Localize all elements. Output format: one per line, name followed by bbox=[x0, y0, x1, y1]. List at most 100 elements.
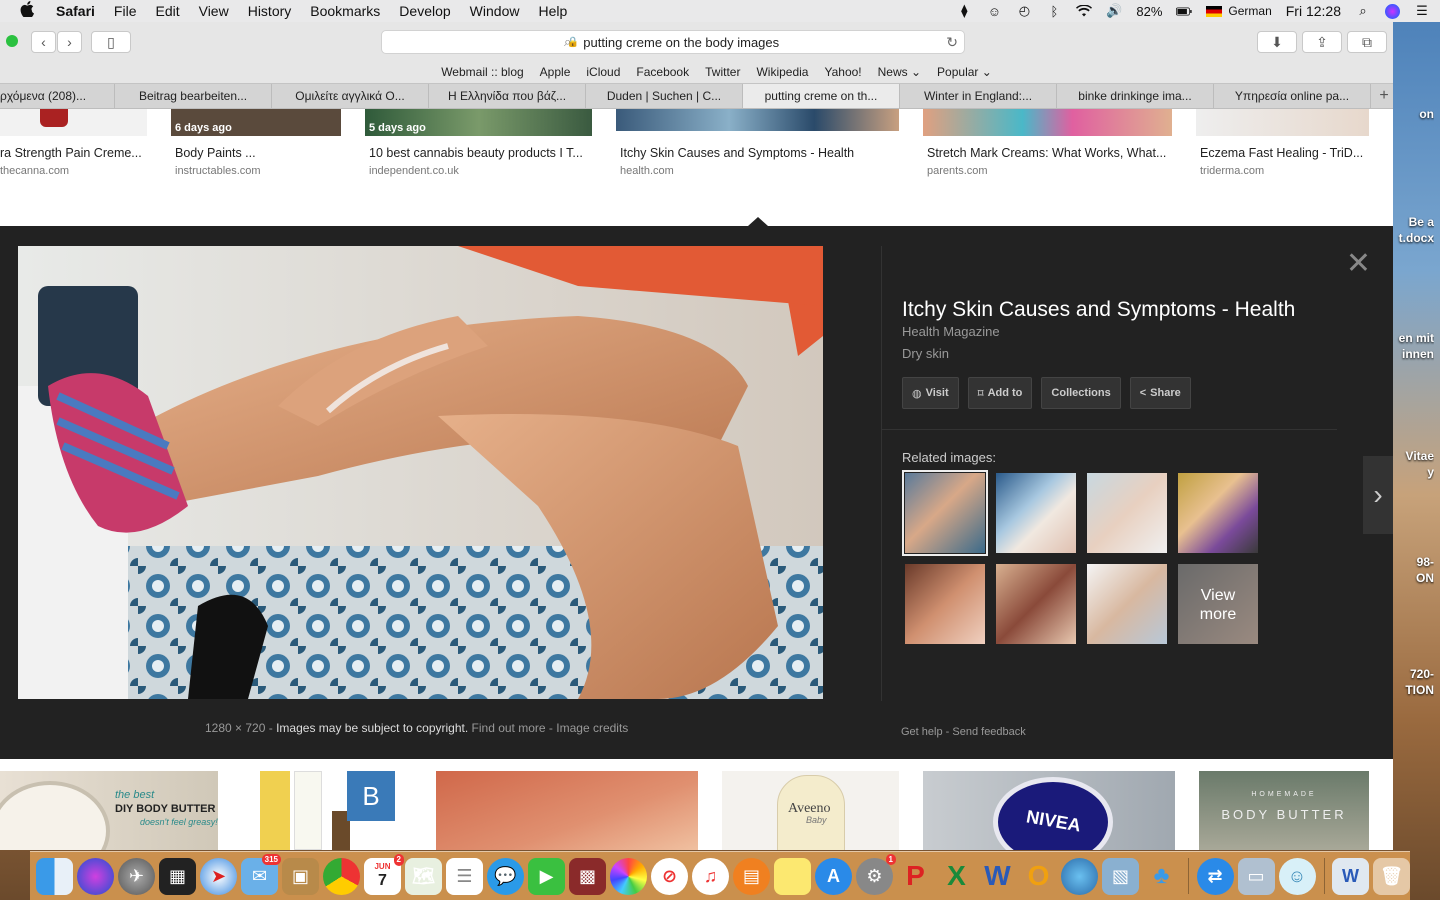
tab-7[interactable]: Winter in England:... bbox=[900, 84, 1057, 108]
share-toolbar-button[interactable]: ⇪ bbox=[1302, 31, 1342, 53]
teamviewer-icon[interactable]: ⇄ bbox=[1196, 857, 1234, 895]
related-image[interactable] bbox=[1087, 564, 1167, 644]
related-image[interactable] bbox=[1087, 473, 1167, 553]
notification-center-icon[interactable]: ☰ bbox=[1414, 3, 1430, 18]
result-thumbnail[interactable] bbox=[923, 109, 1172, 136]
menu-edit[interactable]: Edit bbox=[155, 3, 179, 19]
bookmark-icloud[interactable]: iCloud bbox=[586, 65, 620, 79]
bookmark-facebook[interactable]: Facebook bbox=[636, 65, 689, 79]
app-store-icon[interactable]: A bbox=[815, 857, 852, 895]
desktop-label[interactable]: en mit bbox=[1386, 330, 1434, 346]
messages-icon[interactable]: 💬 bbox=[487, 857, 524, 895]
battery-icon[interactable] bbox=[1176, 4, 1193, 18]
status-app-icon[interactable]: ☺ bbox=[986, 4, 1002, 19]
books-icon[interactable]: ▤ bbox=[733, 857, 770, 895]
forward-button[interactable]: › bbox=[57, 31, 82, 53]
desktop-label[interactable]: ON bbox=[1386, 570, 1434, 586]
tab-2[interactable]: Beitrag bearbeiten... bbox=[115, 84, 272, 108]
tab-9[interactable]: Υπηρεσία online pa... bbox=[1214, 84, 1371, 108]
result-card-selected[interactable]: Itchy Skin Causes and Symptoms - Health … bbox=[616, 109, 899, 177]
menu-file[interactable]: File bbox=[114, 3, 137, 19]
result-thumbnail[interactable]: 5 days ago bbox=[365, 109, 592, 136]
related-image[interactable] bbox=[996, 473, 1076, 553]
menu-window[interactable]: Window bbox=[470, 3, 520, 19]
result-title[interactable]: Body Paints ... bbox=[171, 146, 341, 160]
reminders-icon[interactable]: ☰ bbox=[446, 857, 483, 895]
desktop-label[interactable]: TION bbox=[1386, 682, 1434, 698]
menu-history[interactable]: History bbox=[248, 3, 292, 19]
word-icon[interactable]: W bbox=[979, 858, 1016, 895]
preview-app-icon[interactable]: ▧ bbox=[1102, 857, 1139, 895]
globe-app-icon[interactable] bbox=[1061, 857, 1098, 895]
tab-1[interactable]: ρχόμενα (208)... bbox=[0, 84, 115, 108]
document-stack-icon[interactable]: W bbox=[1332, 857, 1369, 895]
bookmark-news[interactable]: News ⌄ bbox=[878, 65, 921, 79]
related-image[interactable] bbox=[996, 564, 1076, 644]
bookmark-popular[interactable]: Popular ⌄ bbox=[937, 65, 992, 79]
tab-active[interactable]: putting creme on th... bbox=[743, 84, 900, 108]
network-icon[interactable]: ▭ bbox=[1237, 857, 1275, 895]
trash-icon[interactable]: 🗑 bbox=[1373, 857, 1410, 895]
chrome-icon[interactable] bbox=[323, 857, 360, 895]
mask-app-icon[interactable]: ☺ bbox=[1278, 857, 1316, 895]
related-image[interactable] bbox=[905, 564, 985, 644]
music-icon[interactable]: ♫ bbox=[692, 857, 729, 895]
excel-icon[interactable]: X bbox=[938, 858, 975, 895]
desktop-label[interactable]: on bbox=[1386, 106, 1434, 122]
collections-button[interactable]: Collections bbox=[1041, 377, 1121, 409]
siri-dock-icon[interactable] bbox=[77, 857, 114, 895]
stickies-icon[interactable] bbox=[774, 857, 811, 895]
new-tab-button[interactable]: + bbox=[1371, 84, 1393, 108]
system-preferences-icon[interactable]: ⚙ 1 bbox=[856, 853, 896, 895]
result-title[interactable]: Itchy Skin Causes and Symptoms - Health bbox=[616, 146, 899, 160]
desktop-label[interactable]: Be a bbox=[1386, 214, 1434, 230]
get-help-link[interactable]: Get help bbox=[901, 726, 943, 738]
spotlight-search-icon[interactable]: ⌕ bbox=[1355, 3, 1371, 18]
desktop-label[interactable]: Vitae bbox=[1386, 448, 1434, 464]
calendar-icon[interactable]: JUN 7 2 bbox=[364, 853, 404, 895]
result-thumbnail[interactable]: the best DIY BODY BUTTER doesn't feel gr… bbox=[0, 771, 218, 850]
menu-bookmarks[interactable]: Bookmarks bbox=[310, 3, 380, 19]
result-title[interactable]: Eczema Fast Healing - TriD... bbox=[1196, 146, 1369, 160]
result-thumbnail[interactable] bbox=[436, 771, 698, 850]
result-thumbnail[interactable] bbox=[0, 109, 147, 136]
send-feedback-link[interactable]: Send feedback bbox=[952, 726, 1025, 738]
sidebar-toggle-button[interactable]: ▯ bbox=[91, 31, 131, 53]
powerpoint-icon[interactable]: P bbox=[897, 858, 934, 895]
menu-app-name[interactable]: Safari bbox=[56, 3, 95, 19]
bluetooth-icon[interactable]: ᛒ bbox=[1046, 4, 1062, 19]
desktop-label[interactable]: 720- bbox=[1386, 666, 1434, 682]
dropbox-icon[interactable]: ⧫ bbox=[956, 3, 972, 18]
outlook-icon[interactable]: O bbox=[1020, 858, 1057, 895]
bookmark-twitter[interactable]: Twitter bbox=[705, 65, 740, 79]
window-zoom-button[interactable] bbox=[6, 35, 18, 47]
find-out-more-link[interactable]: Find out more bbox=[472, 721, 546, 735]
back-button[interactable]: ‹ bbox=[31, 31, 56, 53]
result-card[interactable]: Eczema Fast Healing - TriD... triderma.c… bbox=[1196, 109, 1369, 177]
facetime-icon[interactable]: ▶ bbox=[528, 857, 565, 895]
mission-control-icon[interactable]: ▦ bbox=[159, 857, 196, 895]
time-machine-icon[interactable]: ◴ bbox=[1016, 3, 1032, 18]
bookmark-apple[interactable]: Apple bbox=[540, 65, 571, 79]
safari-compass-icon[interactable]: ➤ bbox=[200, 857, 237, 895]
news-icon[interactable]: ⊘ bbox=[651, 857, 688, 895]
next-image-button[interactable]: › bbox=[1363, 456, 1393, 534]
wifi-icon[interactable] bbox=[1076, 4, 1093, 18]
input-source[interactable]: German bbox=[1228, 4, 1271, 18]
bookmark-yahoo[interactable]: Yahoo! bbox=[824, 65, 861, 79]
apple-menu-icon[interactable] bbox=[20, 1, 36, 21]
result-title[interactable]: ra Strength Pain Creme... bbox=[0, 146, 147, 160]
downloads-button[interactable]: ⬇ bbox=[1257, 31, 1297, 53]
result-title[interactable]: Stretch Mark Creams: What Works, What... bbox=[923, 146, 1172, 160]
result-thumbnail[interactable]: HOMEMADE BODY BUTTER bbox=[1199, 771, 1369, 850]
bookmark-wikipedia[interactable]: Wikipedia bbox=[756, 65, 808, 79]
bookmark-webmail[interactable]: Webmail :: blog bbox=[441, 65, 523, 79]
share-button[interactable]: < Share bbox=[1129, 377, 1191, 409]
maps-icon[interactable]: 🗺 bbox=[405, 857, 442, 895]
result-card[interactable]: ra Strength Pain Creme... thecanna.com bbox=[0, 109, 147, 177]
tab-overview-button[interactable]: ⧉ bbox=[1347, 31, 1387, 53]
result-thumbnail[interactable]: 6 days ago bbox=[171, 109, 341, 136]
photos-app-icon[interactable]: ✉ 315 bbox=[241, 853, 281, 895]
result-thumbnail[interactable]: NIVEA bbox=[923, 771, 1175, 850]
clock[interactable]: Fri 12:28 bbox=[1286, 3, 1341, 19]
